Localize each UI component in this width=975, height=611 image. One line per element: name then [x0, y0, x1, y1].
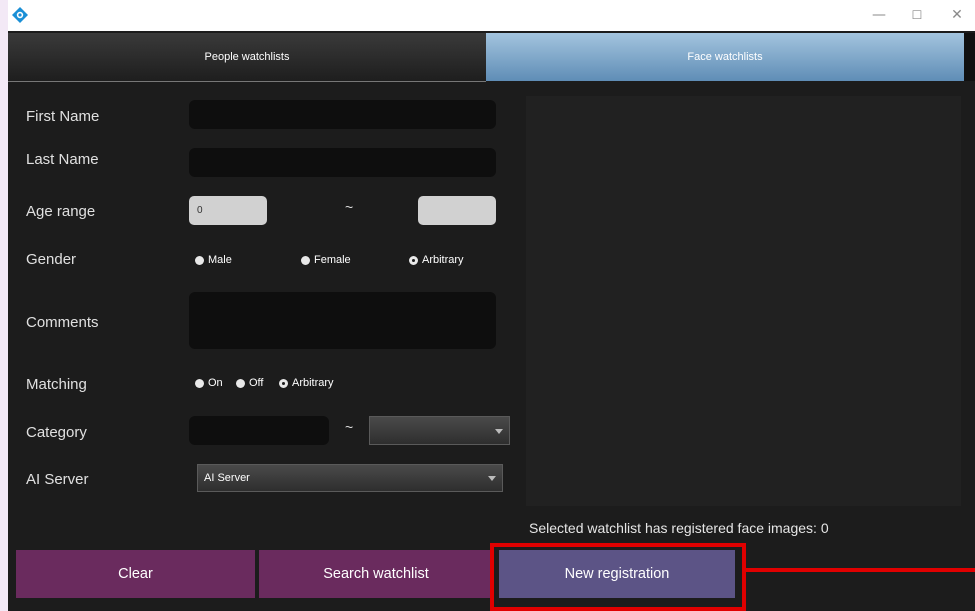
matching-option-label: Arbitrary [292, 377, 334, 389]
gender-option-label: Male [208, 254, 232, 266]
registered-faces-status: Selected watchlist has registered face i… [529, 520, 829, 536]
radio-selected-icon [409, 255, 418, 265]
first-name-label: First Name [26, 108, 100, 125]
category-to-dropdown[interactable] [369, 416, 510, 445]
last-name-label: Last Name [26, 151, 99, 168]
main-window: People watchlists Face watchlists First … [8, 31, 975, 611]
radio-dot-icon [195, 378, 204, 388]
category-label: Category [26, 424, 87, 441]
tab-face-watchlists[interactable]: Face watchlists [486, 33, 964, 81]
age-to-input[interactable] [418, 196, 496, 225]
age-range-label: Age range [26, 203, 96, 220]
highlight-annotation-line [746, 568, 975, 572]
matching-label: Matching [26, 376, 87, 393]
close-button[interactable]: ✕ [942, 4, 972, 26]
app-logo-icon [12, 7, 28, 23]
gender-radio-female[interactable]: Female [301, 254, 351, 266]
category-separator: ~ [345, 419, 354, 435]
ai-server-dropdown[interactable]: AI Server [197, 464, 503, 492]
radio-dot-icon [301, 255, 310, 265]
last-name-input[interactable] [189, 148, 496, 177]
ai-server-value: AI Server [204, 472, 250, 484]
maximize-button[interactable]: ☐ [902, 4, 932, 26]
ai-server-label: AI Server [26, 471, 89, 488]
matching-option-label: On [208, 377, 223, 389]
clear-button[interactable]: Clear [16, 550, 255, 598]
age-from-input[interactable]: 0 [189, 196, 267, 225]
tab-people-watchlists[interactable]: People watchlists [8, 33, 486, 82]
radio-selected-icon [279, 378, 288, 388]
comments-label: Comments [26, 314, 99, 331]
search-watchlist-button[interactable]: Search watchlist [259, 550, 493, 598]
chevron-down-icon [488, 476, 496, 481]
gender-radio-arbitrary[interactable]: Arbitrary [409, 254, 464, 266]
minimize-button[interactable]: — [864, 4, 894, 26]
first-name-input[interactable] [189, 100, 496, 129]
radio-dot-icon [236, 378, 245, 388]
matching-radio-off[interactable]: Off [236, 377, 263, 389]
age-range-separator: ~ [345, 199, 354, 215]
title-bar: — ☐ ✕ [8, 0, 975, 31]
gender-radio-male[interactable]: Male [195, 254, 232, 266]
matching-radio-on[interactable]: On [195, 377, 223, 389]
comments-textarea[interactable] [189, 292, 496, 349]
gender-option-label: Female [314, 254, 351, 266]
chevron-down-icon [495, 428, 503, 434]
tab-bar-edge [964, 33, 975, 81]
gender-label: Gender [26, 251, 77, 268]
matching-radio-arbitrary[interactable]: Arbitrary [279, 377, 334, 389]
radio-dot-icon [195, 255, 204, 265]
matching-option-label: Off [249, 377, 264, 389]
highlight-annotation-box [490, 543, 746, 611]
gender-option-label: Arbitrary [422, 254, 464, 266]
category-from-input[interactable] [189, 416, 329, 445]
face-image-panel [526, 96, 961, 506]
tab-bar: People watchlists Face watchlists [8, 31, 975, 83]
